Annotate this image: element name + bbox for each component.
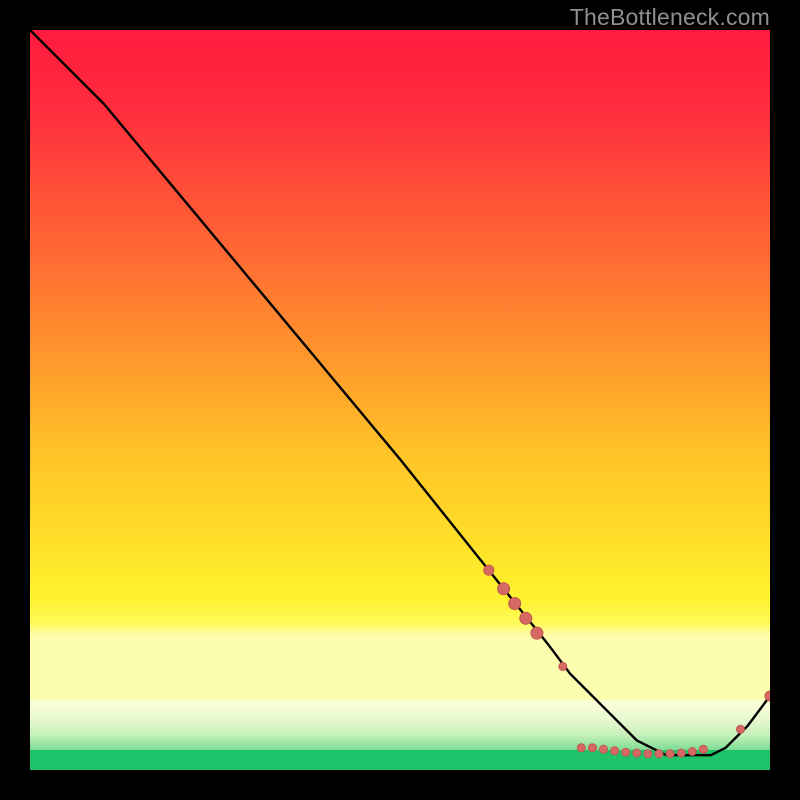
data-marker <box>644 750 652 758</box>
data-marker <box>736 725 744 733</box>
data-marker <box>600 745 608 753</box>
data-marker <box>559 662 567 670</box>
data-marker <box>666 750 674 758</box>
data-marker <box>531 627 543 639</box>
data-marker <box>484 565 494 575</box>
data-marker <box>588 744 596 752</box>
chart-svg <box>30 30 770 770</box>
data-marker <box>498 583 510 595</box>
data-marker <box>520 612 532 624</box>
chart-stage: TheBottleneck.com <box>0 0 800 800</box>
data-marker <box>699 745 707 753</box>
data-marker <box>622 748 630 756</box>
data-marker <box>509 598 521 610</box>
gradient-field <box>30 30 770 700</box>
data-marker <box>633 749 641 757</box>
watermark-text: TheBottleneck.com <box>570 4 770 31</box>
plot-area <box>30 30 770 770</box>
data-marker <box>577 744 585 752</box>
data-marker <box>655 750 663 758</box>
transition-band <box>30 700 770 750</box>
data-marker <box>688 748 696 756</box>
data-marker <box>611 747 619 755</box>
data-marker <box>677 749 685 757</box>
